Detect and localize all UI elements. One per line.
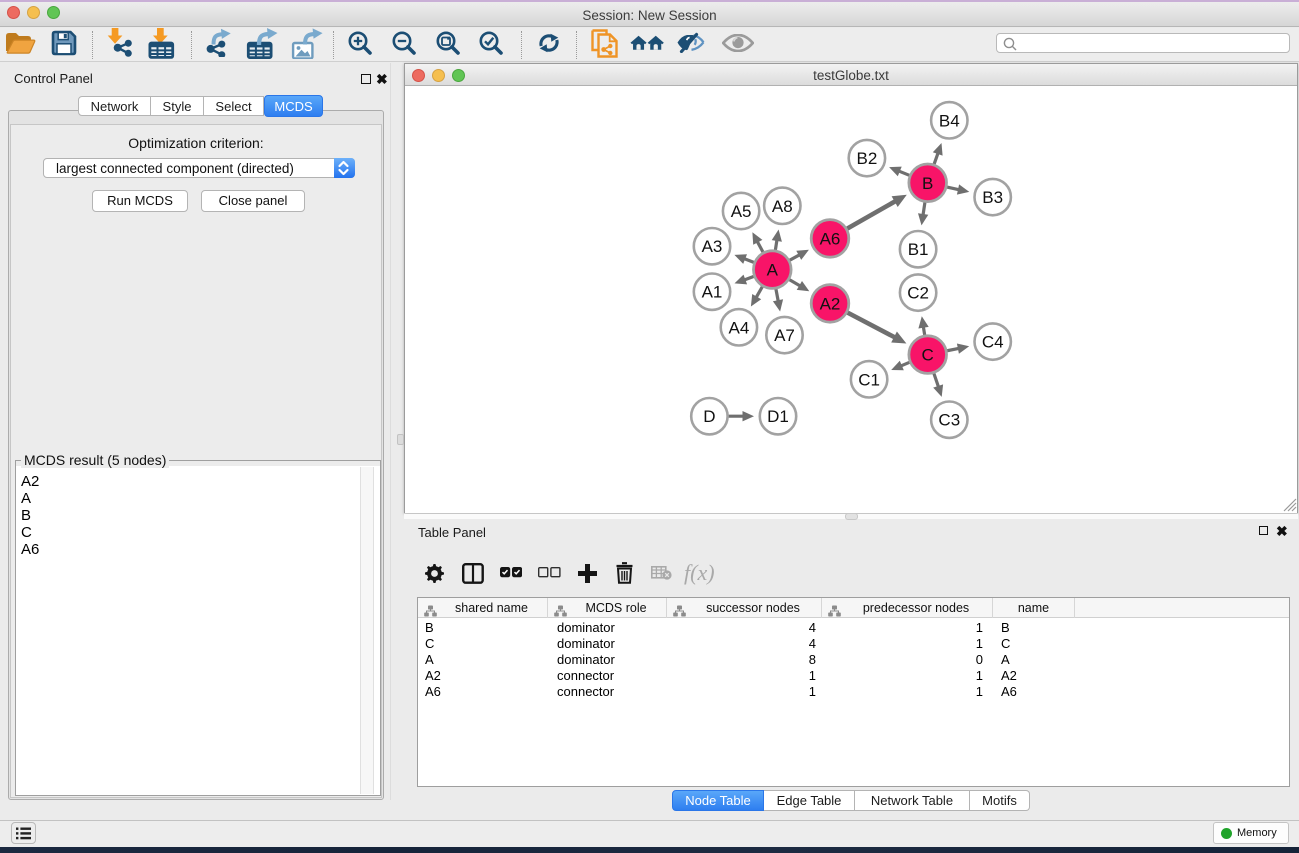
svg-text:D1: D1 — [767, 407, 789, 426]
svg-text:B1: B1 — [908, 240, 929, 259]
svg-text:A3: A3 — [702, 237, 723, 256]
svg-text:A2: A2 — [820, 294, 841, 313]
svg-text:C4: C4 — [982, 333, 1004, 352]
svg-text:A1: A1 — [702, 283, 723, 302]
svg-text:C1: C1 — [858, 370, 880, 389]
svg-text:A6: A6 — [820, 229, 841, 248]
svg-text:A7: A7 — [774, 326, 795, 345]
svg-text:C3: C3 — [938, 411, 960, 430]
svg-text:C2: C2 — [907, 284, 929, 303]
svg-text:B4: B4 — [939, 111, 960, 130]
svg-text:B2: B2 — [857, 149, 878, 168]
svg-text:A: A — [767, 261, 779, 280]
svg-text:A4: A4 — [729, 318, 750, 337]
svg-text:C: C — [922, 346, 934, 365]
svg-text:A8: A8 — [772, 197, 793, 216]
svg-text:A5: A5 — [731, 202, 752, 221]
svg-text:B: B — [922, 174, 933, 193]
svg-text:B3: B3 — [982, 188, 1003, 207]
svg-text:D: D — [703, 407, 715, 426]
